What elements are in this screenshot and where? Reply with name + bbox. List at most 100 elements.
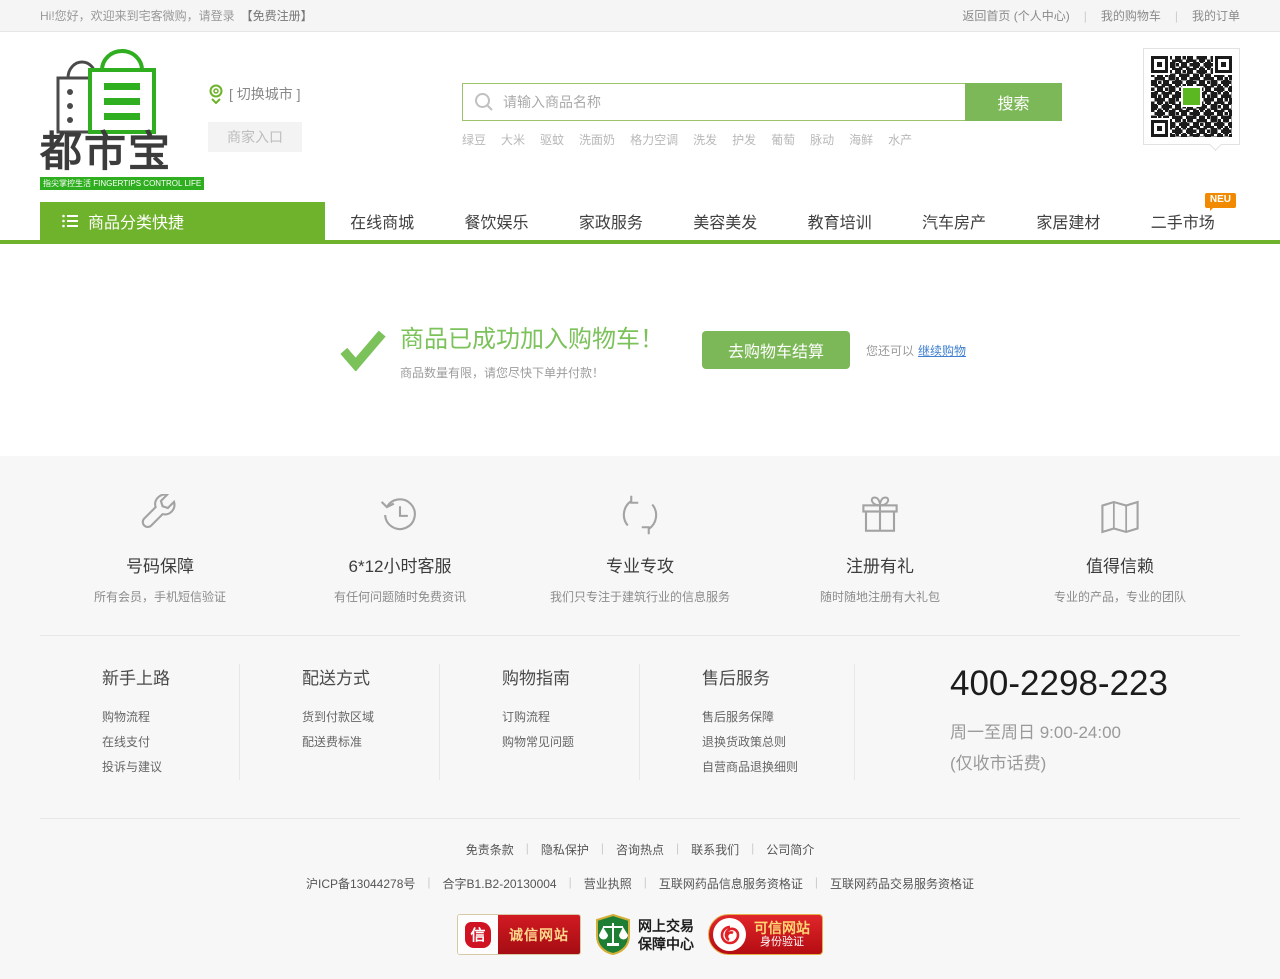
bottom-link[interactable]: 隐私保护 [541,841,589,858]
footer-link[interactable]: 在线支付 [102,730,239,755]
separator: | [569,875,572,892]
header: 都市宝 指尖掌控生活 FINGERTIPS CONTROL LIFE [ 切换城… [0,32,1280,202]
drug-info-cert-link[interactable]: 互联网药品信息服务资格证 [659,875,803,892]
topbar-greeting: Hi!您好，欢迎来到宅客微购，请登录【免费注册】 [40,7,313,24]
home-link[interactable]: 返回首页 (个人中心) [962,7,1069,24]
feature-trustworthy: 值得信赖 专业的产品，专业的团队 [1000,492,1240,605]
logo-tagline: 指尖掌控生活 FINGERTIPS CONTROL LIFE [40,177,204,190]
footer-col-title: 购物指南 [502,664,639,689]
bottom-link[interactable]: 公司简介 [766,841,814,858]
footer-link[interactable]: 购物常见问题 [502,730,639,755]
search-button[interactable]: 搜索 [965,83,1062,121]
footer-bottom-links: 免责条款| 隐私保护| 咨询热点| 联系我们| 公司简介 [0,841,1280,858]
category-menu-button[interactable]: 商品分类快捷 [40,202,325,240]
separator: | [815,875,818,892]
footer-section: 号码保障 所有会员，手机短信验证 6*12小时客服 有任何问题随时免费资讯 [0,456,1280,979]
go-to-cart-button[interactable]: 去购物车结算 [702,331,850,369]
footer-link[interactable]: 订购流程 [502,705,639,730]
footer-col-title: 配送方式 [302,664,439,689]
kexin-badge[interactable]: 可信网站 身份验证 [708,914,823,955]
feature-title: 值得信赖 [1000,552,1240,577]
license-number: 合字B1.B2-20130004 [443,875,557,892]
wechat-qr-code [1143,48,1240,145]
nav-item-secondhand[interactable]: 二手市场 NEU [1126,202,1240,240]
xin-seal-icon: 信 [465,922,491,948]
hotline-block: 400-2298-223 周一至周日 9:00-24:00 (仅收市话费) [855,664,1240,780]
swirl-icon [718,923,742,947]
my-orders-link[interactable]: 我的订单 [1192,7,1240,24]
continue-shopping-link[interactable]: 继续购物 [918,342,966,359]
feature-desc: 专业的产品，专业的团队 [1000,588,1240,605]
feature-desc: 有任何问题随时免费资讯 [280,588,520,605]
hot-keyword[interactable]: 脉动 [810,131,834,148]
nav-item-online-mall[interactable]: 在线商城 [325,202,439,240]
nav-item-education[interactable]: 教育培训 [783,202,897,240]
hot-keyword[interactable]: 驱蚊 [540,131,564,148]
search-input[interactable] [503,94,955,110]
new-badge: NEU [1205,193,1236,208]
hot-keyword[interactable]: 绿豆 [462,131,486,148]
switch-city-link[interactable]: [ 切换城市 ] [208,84,328,104]
hot-keyword[interactable]: 护发 [732,131,756,148]
separator: | [644,875,647,892]
footer-link[interactable]: 货到付款区域 [302,705,439,730]
success-check-icon [340,329,386,371]
register-link[interactable]: 【免费注册】 [241,9,313,23]
nav-item-dining[interactable]: 餐饮娱乐 [439,202,553,240]
my-cart-link[interactable]: 我的购物车 [1101,7,1161,24]
history-clock-icon [379,494,421,536]
footer-link[interactable]: 配送费标准 [302,730,439,755]
location-pin-icon [208,84,224,104]
separator: | [427,875,430,892]
hot-keyword[interactable]: 洗发 [693,131,717,148]
business-license-link[interactable]: 营业执照 [584,875,632,892]
footer-link[interactable]: 自营商品退换细则 [702,755,854,780]
nav-item-home-building[interactable]: 家居建材 [1011,202,1125,240]
chengxin-badge[interactable]: 信 诚信网站 [457,914,581,955]
login-link[interactable]: Hi!您好，欢迎来到宅客微购，请登录 [40,9,235,23]
merchant-entry-button[interactable]: 商家入口 [208,122,302,152]
hotline-note: (仅收市话费) [950,749,1240,774]
footer-columns: 新手上路 购物流程 在线支付 投诉与建议 配送方式 货到付款区域 配送费标准 购… [40,636,1240,818]
nav-item-label: 二手市场 [1151,209,1215,233]
hot-keywords: 绿豆 大米 驱蚊 洗面奶 格力空调 洗发 护发 葡萄 脉动 海鲜 水产 [462,131,1062,148]
feature-desc: 所有会员，手机短信验证 [40,588,280,605]
drug-trade-cert-link[interactable]: 互联网药品交易服务资格证 [830,875,974,892]
trade-protection-line1: 网上交易 [638,917,694,935]
certification-badges: 信 诚信网站 网上交易 保障中心 [0,914,1280,955]
category-menu-label: 商品分类快捷 [88,209,184,233]
nav-item-housekeeping[interactable]: 家政服务 [554,202,668,240]
icp-line: 沪ICP备13044278号| 合字B1.B2-20130004| 营业执照| … [0,875,1280,892]
separator: | [526,841,529,858]
bottom-link[interactable]: 免责条款 [466,841,514,858]
footer-link[interactable]: 售后服务保障 [702,705,854,730]
hot-keyword[interactable]: 洗面奶 [579,131,615,148]
site-logo[interactable]: 都市宝 指尖掌控生活 FINGERTIPS CONTROL LIFE [40,42,200,191]
hot-keyword[interactable]: 大米 [501,131,525,148]
logo-bags-icon [40,42,190,134]
gift-icon [859,494,901,536]
footer-link[interactable]: 退换货政策总则 [702,730,854,755]
switch-city-label: [ 切换城市 ] [229,84,301,104]
feature-desc: 随时随地注册有大礼包 [760,588,1000,605]
footer-link[interactable]: 购物流程 [102,705,239,730]
hot-keyword[interactable]: 海鲜 [849,131,873,148]
footer-col-title: 新手上路 [102,664,239,689]
footer-link[interactable]: 投诉与建议 [102,755,239,780]
separator: | [676,841,679,858]
hot-keyword[interactable]: 葡萄 [771,131,795,148]
hot-keyword[interactable]: 水产 [888,131,912,148]
hot-keyword[interactable]: 格力空调 [630,131,678,148]
search-icon [473,91,495,113]
qr-center-logo [1181,86,1202,107]
hotline-hours: 周一至周日 9:00-24:00 [950,718,1240,743]
qr-finder-icon [1151,120,1168,137]
feature-customer-service: 6*12小时客服 有任何问题随时免费资讯 [280,492,520,605]
nav-item-auto-realestate[interactable]: 汽车房产 [897,202,1011,240]
separator: | [1084,9,1087,23]
hotline-number: 400-2298-223 [950,664,1240,704]
trade-protection-badge[interactable]: 网上交易 保障中心 [595,914,694,955]
bottom-link[interactable]: 联系我们 [691,841,739,858]
bottom-link[interactable]: 咨询热点 [616,841,664,858]
nav-item-beauty[interactable]: 美容美发 [668,202,782,240]
